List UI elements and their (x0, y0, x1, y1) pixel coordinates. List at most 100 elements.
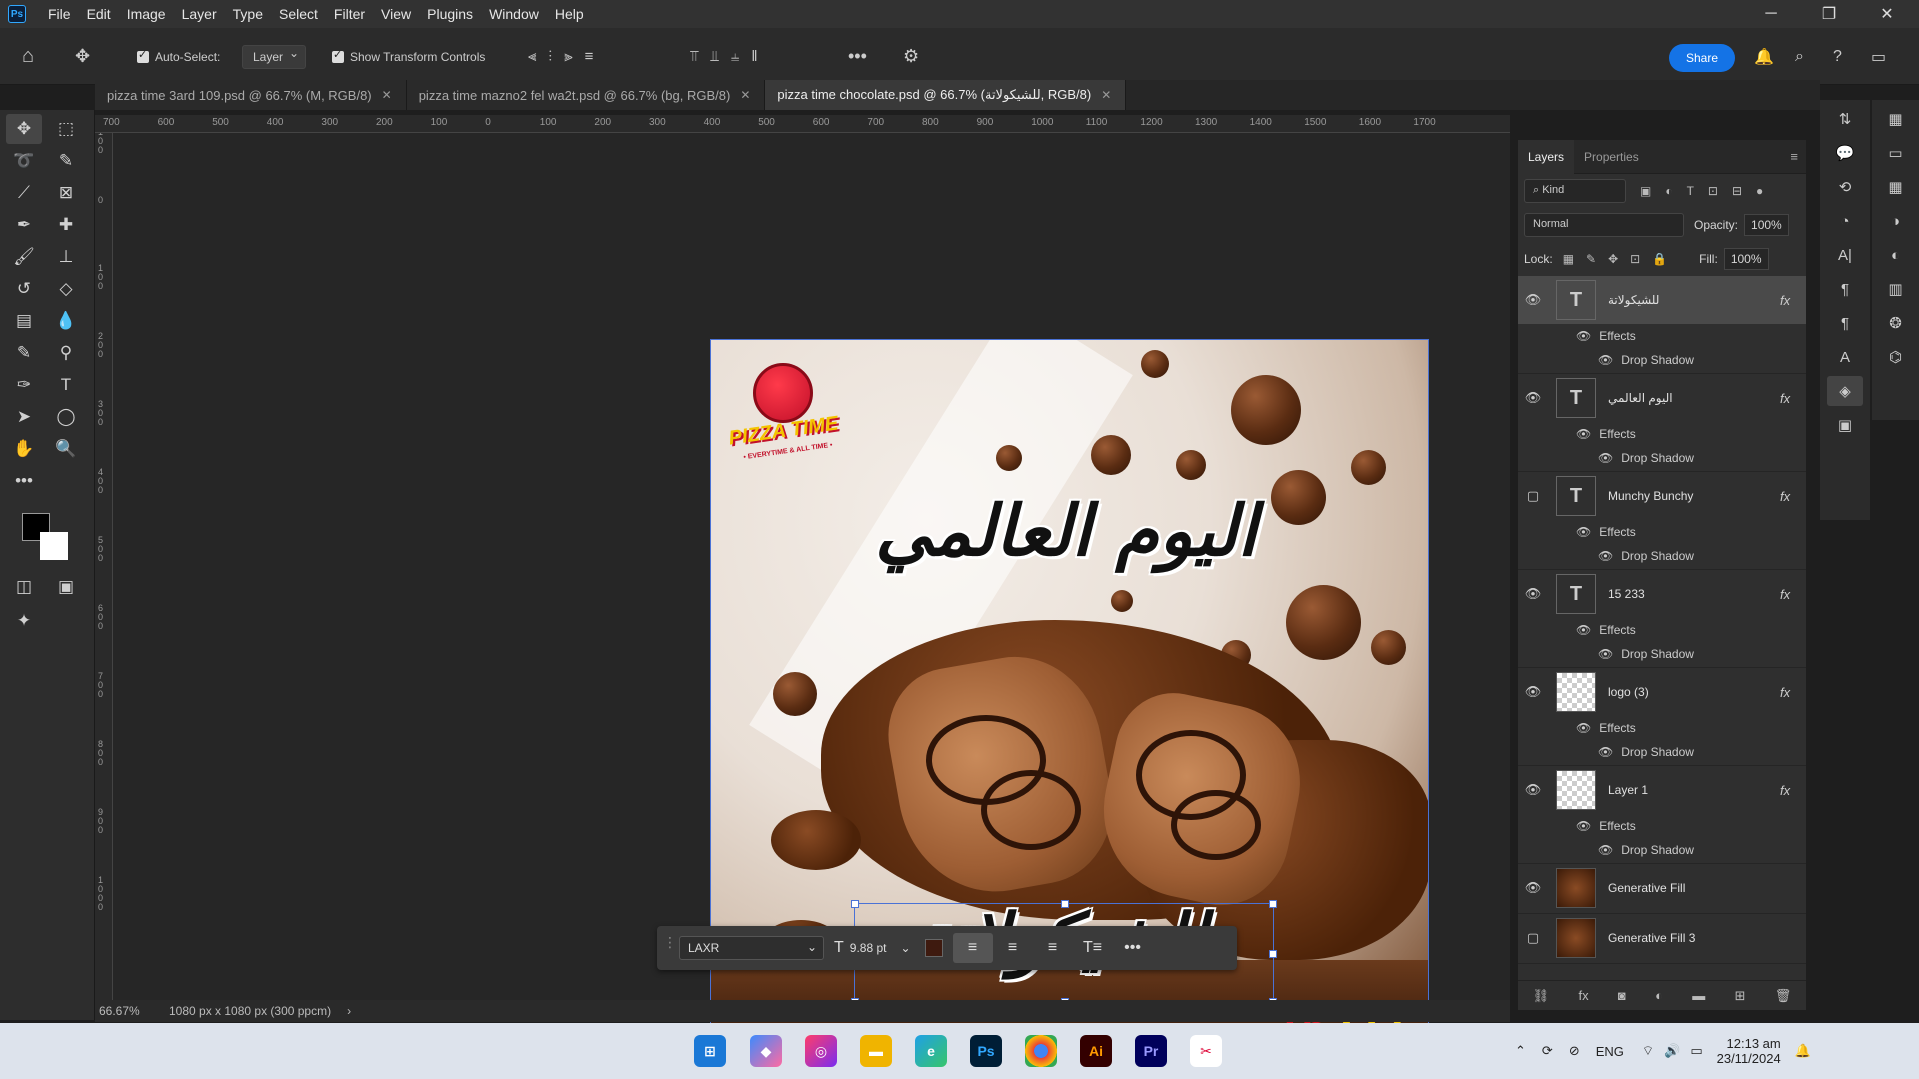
effects-row[interactable]: 👁 Effects (1518, 324, 1806, 348)
eye-icon[interactable]: 👁 (1576, 623, 1591, 637)
new-layer-icon[interactable]: ⊞ (1735, 988, 1746, 1004)
transform-handle[interactable] (1269, 950, 1277, 958)
type-tool-icon[interactable]: T (48, 370, 84, 400)
visibility-eye-icon[interactable]: 👁 (1518, 586, 1548, 602)
fx-icon[interactable]: fx (1780, 783, 1806, 798)
eyedropper-tool-icon[interactable]: ✒ (6, 210, 42, 240)
zoom-level[interactable]: 66.67% (99, 1004, 169, 1018)
eye-icon[interactable]: 👁 (1598, 451, 1613, 465)
close-icon[interactable]: ✕ (1864, 0, 1910, 28)
notification-bell-icon[interactable]: 🔔 (1795, 1043, 1811, 1059)
more-options-icon[interactable]: ••• (1113, 933, 1153, 963)
transform-handle[interactable] (1269, 900, 1277, 908)
pen-tool-icon[interactable]: ✑ (6, 370, 42, 400)
swatches-icon[interactable]: ▦ (1878, 104, 1914, 134)
photoshop-taskbar-icon[interactable]: Ps (970, 1035, 1002, 1067)
canvas-workspace[interactable]: PIZZA TIME • EVERYTIME & ALL TIME • اليو… (113, 133, 1510, 1059)
drop-shadow-row[interactable]: 👁 Drop Shadow (1518, 740, 1806, 764)
fill-value[interactable]: 100% (1723, 248, 1769, 270)
dodge-tool-icon[interactable]: ✎ (6, 338, 42, 368)
lasso-tool-icon[interactable]: ➰ (6, 146, 42, 176)
eye-icon[interactable]: 👁 (1598, 745, 1613, 759)
auto-select-checkbox[interactable]: Auto-Select: (137, 28, 220, 85)
menu-filter[interactable]: Filter (326, 6, 373, 22)
illustrator-icon[interactable]: Ai (1080, 1035, 1112, 1067)
marquee-tool-icon[interactable]: ⬚ (48, 114, 84, 144)
comment-icon[interactable]: 💬 (1827, 138, 1863, 168)
copilot-icon[interactable]: ◆ (750, 1035, 782, 1067)
move-tool-icon[interactable]: ✥ (6, 114, 42, 144)
background-color-swatch[interactable] (40, 532, 68, 560)
snipping-tool-icon[interactable]: ✂ (1190, 1035, 1222, 1067)
paragraph-styles-icon[interactable]: ¶ (1827, 308, 1863, 338)
fx-icon[interactable]: fx (1780, 293, 1806, 308)
eye-icon[interactable]: 👁 (1598, 843, 1613, 857)
more-options-icon[interactable]: ••• (848, 28, 867, 85)
layer-row[interactable]: ▢ T Munchy Bunchy fx 👁 Effects 👁 Drop Sh… (1518, 472, 1806, 570)
drop-shadow-row[interactable]: 👁 Drop Shadow (1518, 642, 1806, 666)
character-icon[interactable]: A| (1827, 240, 1863, 270)
drag-handle-icon[interactable]: ⋮ (663, 934, 677, 951)
gradient-tool-icon[interactable]: ▤ (6, 306, 42, 336)
align-right-icon[interactable]: ≡ (1033, 933, 1073, 963)
layer-name[interactable]: Layer 1 (1608, 783, 1780, 797)
zoom-tool-icon[interactable]: 🔍 (48, 434, 84, 464)
effects-row[interactable]: 👁 Effects (1518, 716, 1806, 740)
home-icon[interactable]: ⌂ (22, 28, 34, 85)
workspace-icon[interactable]: ▭ (1871, 28, 1886, 85)
adjustments-icon[interactable]: ◐ (1878, 240, 1914, 270)
effects-row[interactable]: 👁 Effects (1518, 422, 1806, 446)
layer-row[interactable]: 👁 Generative Fill (1518, 864, 1806, 914)
search-icon[interactable]: ⌕ (1795, 28, 1804, 85)
zoom-lens-tool-icon[interactable]: ⚲ (48, 338, 84, 368)
wifi-icon[interactable]: ⌔ (1642, 1043, 1654, 1059)
visibility-eye-icon[interactable]: ▢ (1518, 488, 1548, 504)
visibility-eye-icon[interactable]: 👁 (1518, 684, 1548, 700)
bell-icon[interactable]: 🔔 (1754, 28, 1774, 85)
layer-name[interactable]: logo (3) (1608, 685, 1780, 699)
layer-name[interactable]: 15 233 (1608, 587, 1780, 601)
gradients-icon[interactable]: ▭ (1878, 138, 1914, 168)
opacity-value[interactable]: 100% (1744, 214, 1789, 236)
effects-row[interactable]: 👁 Effects (1518, 618, 1806, 642)
visibility-eye-icon[interactable]: 👁 (1518, 880, 1548, 896)
restore-icon[interactable]: ❐ (1806, 0, 1852, 28)
filter-icons[interactable]: ▣◐T⊡⊟● (1640, 184, 1777, 198)
layer-row[interactable]: 👁 T 15 233 fx 👁 Effects 👁 Drop Shadow (1518, 570, 1806, 668)
actions-icon[interactable]: ◔ (1827, 206, 1863, 236)
blur-tool-icon[interactable]: 💧 (48, 306, 84, 336)
patterns-icon[interactable]: ▦ (1878, 172, 1914, 202)
close-tab-icon[interactable]: ✕ (382, 88, 392, 102)
kind-filter-dropdown[interactable]: ⌕ Kind (1524, 179, 1626, 203)
brush-tool-icon[interactable]: 🖌 (6, 242, 42, 272)
sync-icon[interactable]: ⟳ (1542, 1043, 1553, 1059)
quick-mask-icon[interactable]: ◫ (6, 572, 42, 602)
stamp-tool-icon[interactable]: ⊥ (48, 242, 84, 272)
share-button[interactable]: Share (1669, 44, 1735, 72)
help-icon[interactable]: ? (1833, 28, 1842, 85)
frame-tool-icon[interactable]: ⊠ (48, 178, 84, 208)
fx-icon[interactable]: fx (1780, 391, 1806, 406)
align-left-icon[interactable]: ≡ (952, 933, 993, 963)
battery-icon[interactable]: ▭ (1690, 1043, 1702, 1059)
menu-image[interactable]: Image (119, 6, 174, 22)
drop-shadow-row[interactable]: 👁 Drop Shadow (1518, 838, 1806, 862)
trash-icon[interactable]: 🗑 (1775, 988, 1792, 1004)
eye-icon[interactable]: 👁 (1598, 549, 1613, 563)
arabic-title-text[interactable]: اليوم العالمي (816, 490, 1316, 572)
align-center-icon[interactable]: ≡ (993, 933, 1033, 963)
text-options-icon[interactable]: T≡ (1073, 933, 1113, 963)
tab-layers[interactable]: Layers (1518, 139, 1575, 174)
file-explorer-icon[interactable]: ▬ (860, 1035, 892, 1067)
minimize-icon[interactable]: ─ (1748, 0, 1794, 28)
move-tool-icon[interactable]: ✥ (75, 28, 90, 85)
visibility-eye-icon[interactable]: ▢ (1518, 930, 1548, 946)
menu-view[interactable]: View (373, 6, 419, 22)
link-icon[interactable]: ⛓ (1533, 988, 1550, 1004)
tab-document-3[interactable]: pizza time chocolate.psd @ 66.7% (للشيكو… (765, 80, 1127, 110)
creative-cloud-icon[interactable]: ◎ (805, 1035, 837, 1067)
menu-window[interactable]: Window (481, 6, 547, 22)
edge-icon[interactable]: e (915, 1035, 947, 1067)
layer-name[interactable]: Generative Fill (1608, 881, 1806, 895)
auto-select-dropdown[interactable]: Layer (242, 44, 307, 69)
